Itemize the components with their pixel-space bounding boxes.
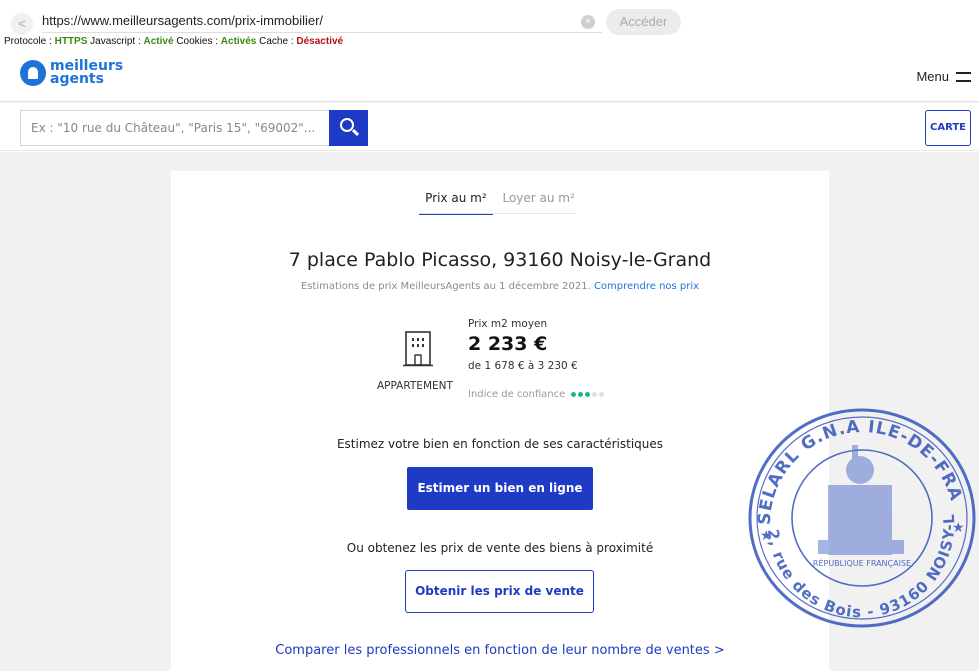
browser-bar: < https://www.meilleursagents.com/prix-i… [0,0,979,48]
confidence-dot [571,392,577,397]
map-button[interactable]: CARTE [925,110,971,146]
protocol-label: Protocole : [4,36,52,47]
url-field[interactable]: https://www.meilleursagents.com/prix-imm… [42,13,323,28]
compare-link-text: Comparer les professionnels en fonction … [275,643,710,658]
estimate-prompt: Estimez votre bien en fonction de ses ca… [336,437,664,451]
confidence-dot [585,392,591,397]
site-header: meilleurs agents Menu [0,52,979,102]
nearby-prompt: Ou obtenez les prix de vente des biens à… [346,541,654,555]
hamburger-icon [956,71,971,82]
search-input[interactable]: Ex : "10 rue du Château", "Paris 15", "6… [20,110,330,146]
estimate-online-button[interactable]: Estimer un bien en ligne [407,467,593,510]
menu-button[interactable]: Menu [916,69,971,84]
search-icon-handle [351,128,360,137]
price-tabs: Prix au m² Loyer au m² [171,191,829,215]
javascript-label: Javascript : [90,36,141,47]
understand-prices-link[interactable]: Comprendre nos prix [594,281,699,292]
estimation-date-text: Estimations de prix MeilleursAgents au 1… [300,281,591,292]
clear-icon[interactable]: × [581,15,595,29]
url-underline [42,32,602,33]
price-m2-value: 2 233 € [468,333,548,355]
building-icon [403,331,433,367]
menu-label: Menu [916,69,949,84]
back-button[interactable]: < [11,13,33,35]
price-range: de 1 678 € à 3 230 € [468,360,578,372]
go-button[interactable]: Accéder [606,9,681,35]
property-address: 7 place Pablo Picasso, 93160 Noisy-le-Gr… [288,249,712,271]
price-card: Prix au m² Loyer au m² 7 place Pablo Pic… [171,171,829,671]
property-type-label: APPARTEMENT [377,380,453,392]
tab-track [419,213,575,214]
chevron-right-icon: > [713,643,725,658]
confidence-dots [571,392,606,397]
get-sale-prices-button[interactable]: Obtenir les prix de vente [405,570,594,613]
confidence-index: Indice de confiance [468,389,606,400]
protocol-value: HTTPS [54,36,88,47]
cookies-label: Cookies : [176,36,218,47]
page-info-line: Protocole : HTTPS Javascript : Activé Co… [4,36,343,47]
logo-house-icon [20,60,46,86]
logo-text: meilleurs agents [50,59,123,87]
cookies-value: Activés [220,36,257,47]
logo-line-2: agents [50,71,104,87]
cache-value: Désactivé [296,36,344,47]
site-logo[interactable]: meilleurs agents [20,59,123,87]
tab-loyer-au-m2[interactable]: Loyer au m² [496,191,580,213]
search-button[interactable] [329,110,368,146]
search-bar: Ex : "10 rue du Château", "Paris 15", "6… [0,103,979,151]
confidence-dot [592,392,598,397]
compare-professionals-link[interactable]: Comparer les professionnels en fonction … [171,643,829,658]
confidence-label: Indice de confiance [468,389,566,400]
price-m2-label: Prix m2 moyen [468,318,548,330]
estimation-subtitle: Estimations de prix MeilleursAgents au 1… [171,281,829,292]
cache-label: Cache : [259,36,294,47]
confidence-dot [578,392,584,397]
tab-prix-au-m2[interactable]: Prix au m² [419,191,493,215]
javascript-value: Activé [143,36,174,47]
confidence-dot [599,392,605,397]
